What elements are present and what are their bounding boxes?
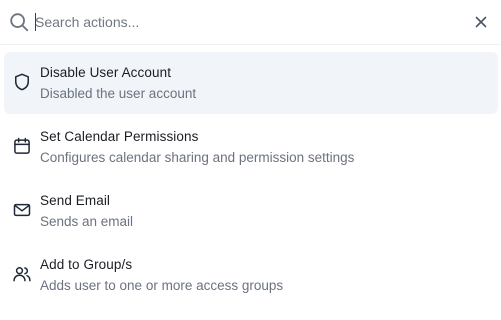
search-bar — [0, 0, 501, 45]
action-item-send-email[interactable]: Send Email Sends an email — [4, 180, 498, 242]
action-description: Sends an email — [40, 214, 134, 229]
calendar-icon — [14, 137, 30, 154]
action-description: Configures calendar sharing and permissi… — [40, 150, 355, 165]
search-icon — [10, 13, 29, 32]
shield-icon — [15, 73, 29, 91]
action-item-set-calendar-permissions[interactable]: Set Calendar Permissions Configures cale… — [4, 116, 498, 178]
close-icon[interactable] — [473, 14, 489, 30]
action-title: Set Calendar Permissions — [40, 129, 199, 144]
users-icon — [13, 267, 31, 282]
action-item-add-to-groups[interactable]: Add to Group/s Adds user to one or more … — [4, 244, 498, 306]
action-title: Add to Group/s — [40, 257, 133, 272]
action-item-disable-user-account[interactable]: Disable User Account Disabled the user a… — [4, 52, 498, 114]
action-title: Send Email — [40, 193, 111, 208]
action-description: Disabled the user account — [40, 86, 197, 101]
search-input[interactable] — [35, 11, 455, 33]
action-title: Disable User Account — [40, 65, 172, 80]
text-cursor — [35, 13, 36, 31]
mail-icon — [13, 203, 31, 217]
action-description: Adds user to one or more access groups — [40, 278, 284, 293]
